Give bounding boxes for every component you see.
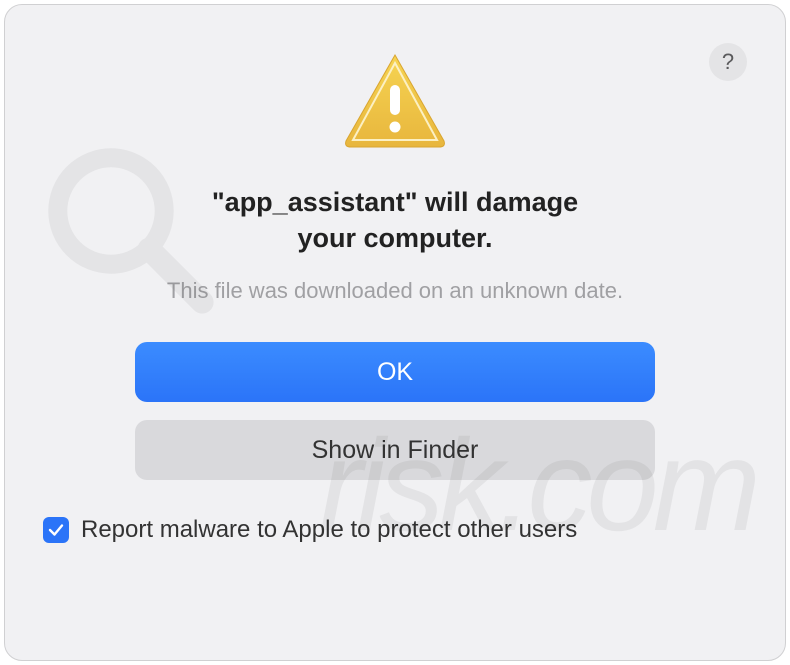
report-malware-checkbox[interactable]: [43, 517, 69, 543]
alert-title: "app_assistant" will damage your compute…: [212, 185, 578, 256]
warning-icon: [340, 51, 450, 149]
help-icon: ?: [722, 49, 734, 75]
alert-title-line1: "app_assistant" will damage: [212, 187, 578, 217]
alert-dialog: risk.com ? "app_assistant" will damage y…: [4, 4, 786, 661]
report-malware-label: Report malware to Apple to protect other…: [81, 516, 577, 544]
alert-subtitle: This file was downloaded on an unknown d…: [167, 278, 623, 304]
help-button[interactable]: ?: [709, 43, 747, 81]
ok-button[interactable]: OK: [135, 342, 655, 402]
alert-title-line2: your computer.: [297, 223, 492, 253]
report-malware-row: Report malware to Apple to protect other…: [43, 516, 577, 544]
show-in-finder-button[interactable]: Show in Finder: [135, 420, 655, 480]
checkmark-icon: [47, 521, 65, 539]
